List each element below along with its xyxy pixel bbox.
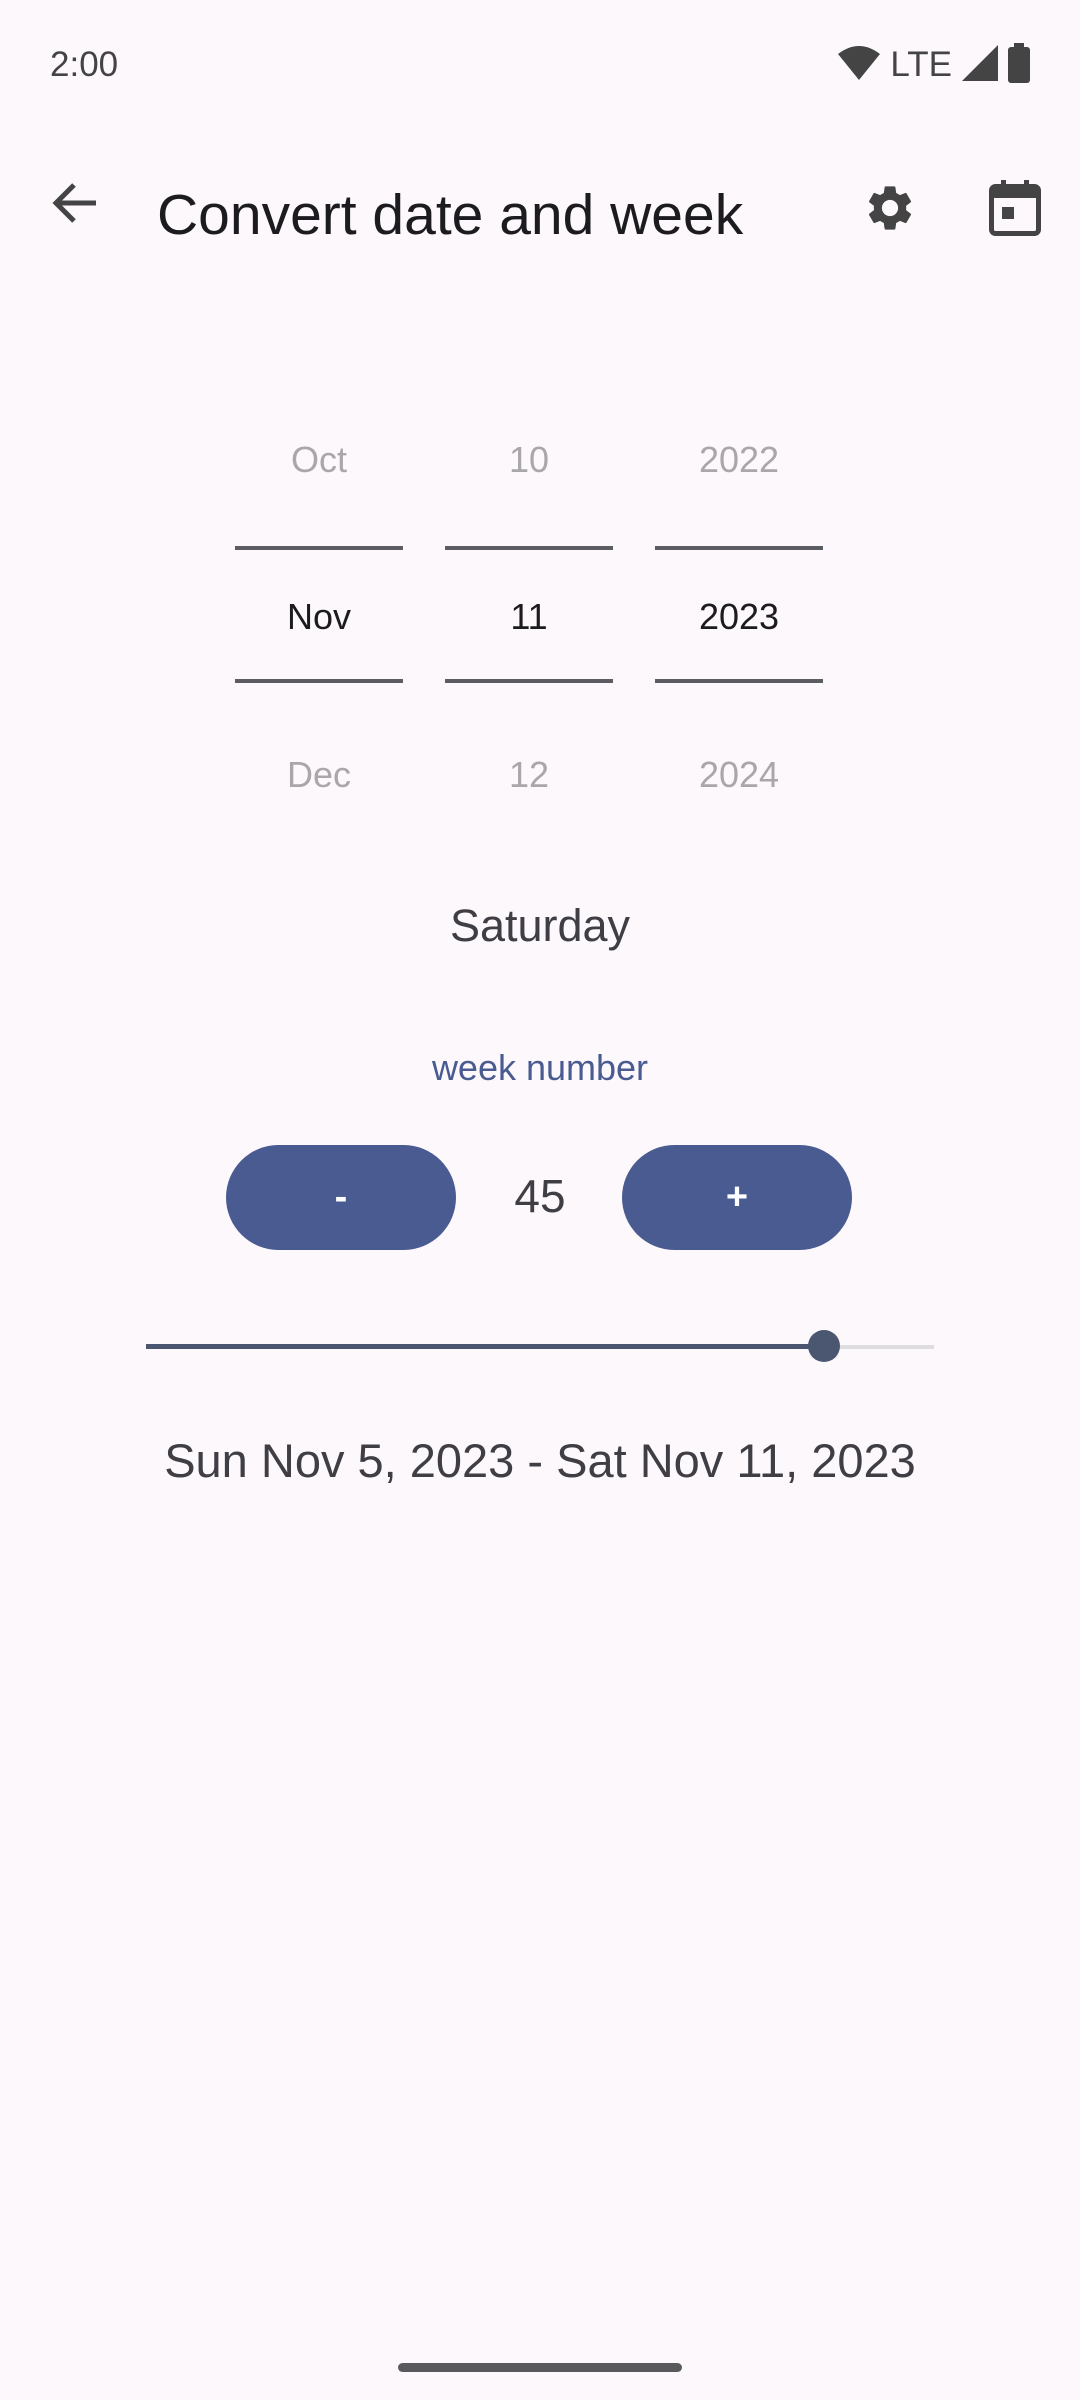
gear-icon	[863, 181, 917, 240]
signal-icon	[962, 44, 998, 86]
month-prev-option[interactable]: Oct	[235, 430, 403, 490]
decrement-week-button[interactable]: -	[226, 1145, 456, 1250]
battery-icon	[1008, 42, 1030, 88]
settings-button[interactable]	[855, 175, 925, 245]
calendar-button[interactable]	[980, 175, 1050, 245]
status-icons: LTE	[838, 40, 1030, 90]
home-indicator[interactable]	[398, 2363, 682, 2372]
arrow-back-icon	[50, 181, 100, 230]
week-date-range: Sun Nov 5, 2023 - Sat Nov 11, 2023	[164, 1434, 916, 1487]
calendar-icon	[989, 179, 1041, 241]
day-picker[interactable]: 10 11 12	[445, 400, 613, 800]
status-time: 2:00	[50, 45, 119, 84]
picker-divider	[445, 546, 613, 550]
picker-divider	[655, 679, 823, 683]
week-number-heading: week number	[431, 1047, 649, 1088]
increment-week-button[interactable]: +	[622, 1145, 852, 1250]
picker-divider	[445, 679, 613, 683]
weekday-label: Saturday	[449, 900, 631, 951]
network-type: LTE	[890, 45, 952, 84]
wifi-icon	[838, 45, 881, 85]
day-selected[interactable]: 11	[445, 587, 613, 647]
picker-divider	[235, 546, 403, 550]
week-number-value: 45	[514, 1170, 566, 1222]
back-button[interactable]	[40, 170, 110, 240]
week-slider-thumb[interactable]	[807, 1330, 840, 1362]
month-next-option[interactable]: Dec	[235, 745, 403, 805]
week-slider-active-track	[146, 1344, 824, 1349]
month-selected[interactable]: Nov	[235, 587, 403, 647]
year-selected[interactable]: 2023	[655, 587, 823, 647]
page-title: Convert date and week	[157, 183, 744, 247]
day-next-option[interactable]: 12	[445, 745, 613, 805]
month-picker[interactable]: Oct Nov Dec	[235, 400, 403, 800]
picker-divider	[235, 679, 403, 683]
year-picker[interactable]: 2022 2023 2024	[655, 400, 823, 800]
day-prev-option[interactable]: 10	[445, 430, 613, 490]
picker-divider	[655, 546, 823, 550]
year-next-option[interactable]: 2024	[655, 745, 823, 805]
year-prev-option[interactable]: 2022	[655, 430, 823, 490]
